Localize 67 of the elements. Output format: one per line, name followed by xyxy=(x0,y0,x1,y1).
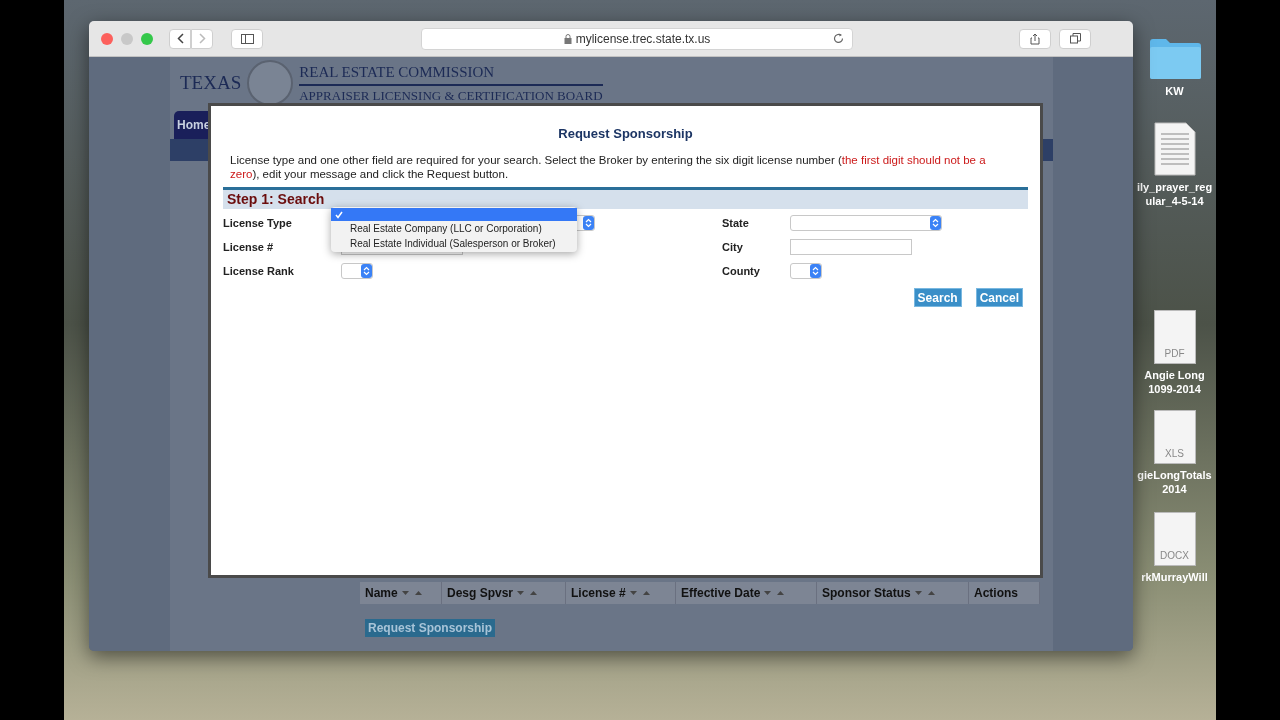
url-text: mylicense.trec.state.tx.us xyxy=(575,30,711,48)
header-subtitle: APPRAISER LICENSING & CERTIFICATION BOARD xyxy=(299,86,603,105)
sidebar-icon xyxy=(240,33,254,44)
select-arrows-icon xyxy=(810,264,821,278)
field-label: License Rank xyxy=(223,263,295,279)
field-label: County xyxy=(722,263,761,279)
column-title: Sponsor Status xyxy=(822,585,911,602)
header-title: REAL ESTATE COMMISSION xyxy=(299,61,603,86)
chevron-right-icon xyxy=(198,33,206,44)
field-label: City xyxy=(722,239,744,255)
reload-icon[interactable] xyxy=(833,33,844,44)
column-header[interactable]: Desg Spvsr xyxy=(442,582,566,604)
desktop-icon-label[interactable]: KW xyxy=(1165,84,1184,98)
sort-arrows-icon[interactable] xyxy=(401,590,422,596)
folder-icon xyxy=(1147,38,1202,80)
field-label: License # xyxy=(223,239,275,255)
chevron-left-icon xyxy=(176,33,184,44)
instructions-text: License type and one other field are required for your search. Select the Broker by entering the six digit license number (the first digit should not be a zero), edit your message and click the Request button. xyxy=(229,152,987,181)
column-title: Desg Spvsr xyxy=(447,585,514,602)
dropdown-option[interactable]: Real Estate Individual (Salesperson or Broker) xyxy=(331,236,577,251)
lock-icon xyxy=(563,33,572,44)
sidebar-button[interactable] xyxy=(231,28,263,49)
maximize-icon[interactable] xyxy=(141,32,153,45)
file-type-label: DOCX xyxy=(1160,549,1189,563)
checkmark-icon xyxy=(335,210,343,219)
column-header[interactable]: Name xyxy=(360,582,442,604)
select-field[interactable] xyxy=(790,263,822,279)
file-type-label: PDF xyxy=(1164,347,1185,361)
back-button[interactable] xyxy=(169,28,191,49)
desktop-icon-label[interactable]: ily_prayer_reg ular_4-5-14 xyxy=(1136,180,1213,208)
tabs-icon xyxy=(1069,33,1081,44)
column-header[interactable]: Effective Date xyxy=(676,582,817,604)
sort-arrows-icon[interactable] xyxy=(517,590,538,596)
request-sponsorship-button[interactable]: Request Sponsorship xyxy=(365,619,495,637)
field-label: State xyxy=(722,215,750,231)
select-field[interactable] xyxy=(341,263,373,279)
select-arrows-icon xyxy=(361,264,372,278)
column-header[interactable]: Actions xyxy=(969,582,1040,604)
column-title: Effective Date xyxy=(681,585,761,602)
column-title: Actions xyxy=(974,585,1018,602)
document-icon xyxy=(1153,122,1196,176)
sort-arrows-icon[interactable] xyxy=(764,590,785,596)
share-button[interactable] xyxy=(1019,28,1051,49)
step-header: Step 1: Search xyxy=(223,186,1028,209)
column-header[interactable]: Sponsor Status xyxy=(817,582,969,604)
address-bar[interactable]: mylicense.trec.state.tx.us xyxy=(421,27,853,50)
select-field[interactable] xyxy=(790,215,942,231)
share-icon xyxy=(1030,32,1040,45)
desktop-icon-label[interactable]: Angie Long 1099-2014 xyxy=(1144,368,1205,396)
file-type-label: XLS xyxy=(1165,447,1184,461)
dialog-button[interactable]: Search xyxy=(913,287,962,307)
field-label: License Type xyxy=(223,215,293,231)
column-header[interactable]: License # xyxy=(566,582,676,604)
desktop-icon-label[interactable]: gieLongTotals 2014 xyxy=(1137,468,1212,496)
sort-arrows-icon[interactable] xyxy=(629,590,650,596)
column-title: Name xyxy=(365,585,398,602)
dialog-button[interactable]: Cancel xyxy=(975,287,1023,307)
tabs-button[interactable] xyxy=(1059,28,1091,49)
select-arrows-icon xyxy=(930,216,941,230)
text-field[interactable] xyxy=(790,239,912,255)
desktop-icon-label[interactable]: rkMurrayWill xyxy=(1141,570,1208,584)
dropdown-option[interactable]: Real Estate Company (LLC or Corporation) xyxy=(331,221,577,236)
logo-text: TEXAS xyxy=(180,70,242,95)
column-title: License # xyxy=(571,585,626,602)
close-icon[interactable] xyxy=(101,32,113,45)
sort-arrows-icon[interactable] xyxy=(914,590,935,596)
dialog-title: Request Sponsorship xyxy=(557,125,694,143)
